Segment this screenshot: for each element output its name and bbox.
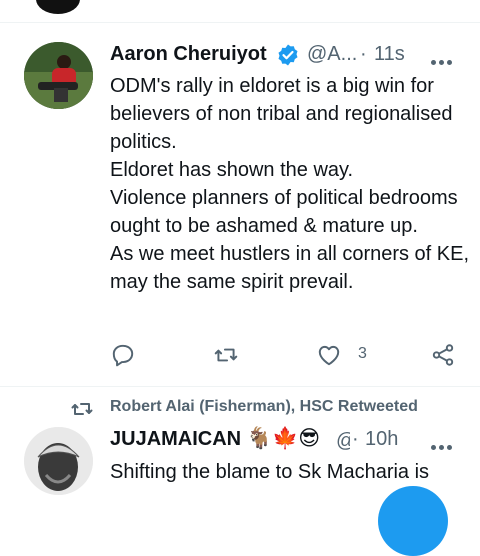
tweet-text-line: As we meet hustlers in all corners of KE…	[110, 243, 470, 293]
retweeted-by-label[interactable]: Robert Alai (Fisherman), HSC Retweeted	[110, 398, 418, 416]
like-icon[interactable]	[316, 342, 342, 368]
tweet-timestamp[interactable]: 11s	[374, 43, 405, 66]
separator-dot: ·	[360, 43, 367, 65]
author-handle[interactable]: @	[336, 430, 350, 453]
tweet-text: ODM's rally in eldoret is a big win for …	[110, 72, 470, 296]
previous-tweet-avatar[interactable]	[36, 0, 80, 14]
compose-tweet-button[interactable]	[378, 486, 448, 556]
tweet-text-line: Violence planners of political bedrooms …	[110, 187, 458, 237]
tweet-text: Shifting the blame to Sk Macharia is	[110, 461, 430, 483]
divider	[0, 386, 480, 387]
author-handle[interactable]: @A...	[307, 43, 357, 66]
tweet-timestamp[interactable]: 10h	[365, 428, 398, 451]
tweet-text-line: Eldoret has shown the way.	[110, 159, 354, 181]
verified-badge-icon	[276, 43, 300, 67]
retweet-icon[interactable]	[213, 342, 239, 368]
author-avatar[interactable]	[24, 427, 93, 495]
retweet-indicator-icon	[70, 398, 94, 420]
more-icon[interactable]	[431, 52, 455, 65]
share-icon[interactable]	[430, 342, 456, 368]
author-name[interactable]: JUJAMAICAN	[110, 428, 241, 451]
reply-icon[interactable]	[110, 342, 136, 368]
author-name[interactable]: Aaron Cheruiyot	[110, 43, 267, 66]
name-emojis: 🐐🍁😎	[246, 427, 321, 450]
like-count: 3	[358, 345, 367, 362]
author-avatar[interactable]	[24, 42, 93, 109]
divider	[0, 22, 480, 23]
more-icon[interactable]	[431, 437, 455, 450]
separator-dot: ·	[352, 428, 359, 450]
tweet-text-line: ODM's rally in eldoret is a big win for …	[110, 75, 453, 153]
